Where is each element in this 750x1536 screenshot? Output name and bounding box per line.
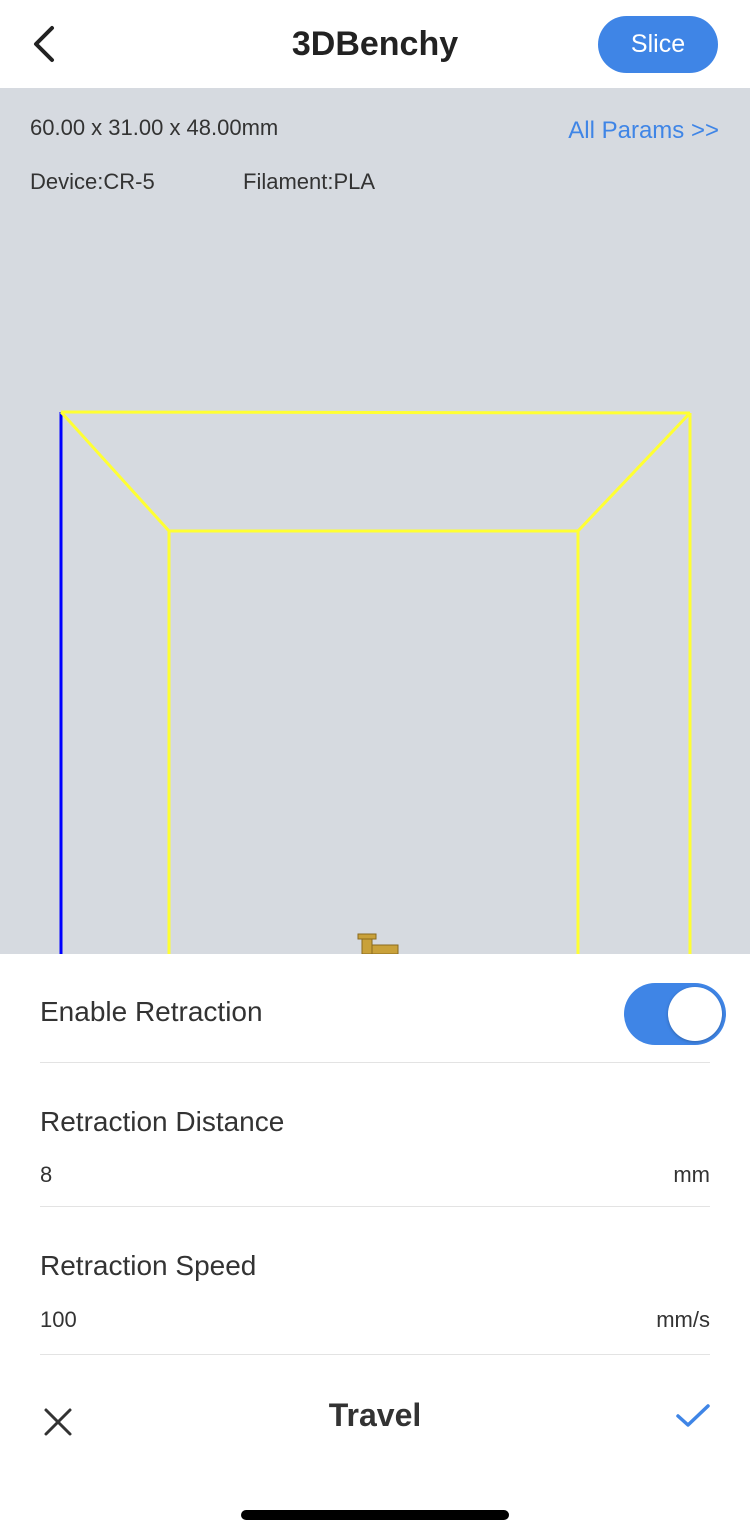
filament-label: Filament:PLA [243,169,376,194]
top-bar: 3DBenchy Slice [0,0,750,88]
travel-settings-sheet: Enable Retraction Retraction Distance 8 … [0,954,750,1536]
device-label: Device:CR-5 [30,169,155,194]
model-viewport[interactable]: 60.00 x 31.00 x 48.00mm All Params >> De… [0,88,750,954]
enable-retraction-label: Enable Retraction [40,996,263,1027]
confirm-button[interactable] [668,1394,718,1438]
retraction-speed-value[interactable]: 100 [40,1307,77,1333]
build-volume-scene [59,410,692,954]
sheet-title: Travel [328,1397,422,1433]
enable-retraction-toggle[interactable] [624,983,726,1045]
home-indicator [241,1510,509,1520]
divider [40,1354,710,1355]
model-preview [357,933,399,954]
chevron-left-icon [34,26,54,62]
retraction-distance-value[interactable]: 8 [40,1162,52,1188]
model-dimensions: 60.00 x 31.00 x 48.00mm [30,115,279,140]
retraction-distance-label: Retraction Distance [40,1106,285,1137]
retraction-speed-label: Retraction Speed [40,1250,257,1281]
retraction-speed-unit: mm/s [656,1307,710,1332]
divider [40,1062,710,1063]
all-params-link[interactable]: All Params >> [568,117,719,145]
divider [40,1206,710,1207]
back-button[interactable] [22,20,66,68]
checkmark-icon [676,1404,710,1427]
slice-button[interactable]: Slice [598,16,718,73]
retraction-distance-unit: mm [673,1162,710,1187]
build-volume-outline [59,410,692,954]
toggle-knob [668,987,722,1041]
